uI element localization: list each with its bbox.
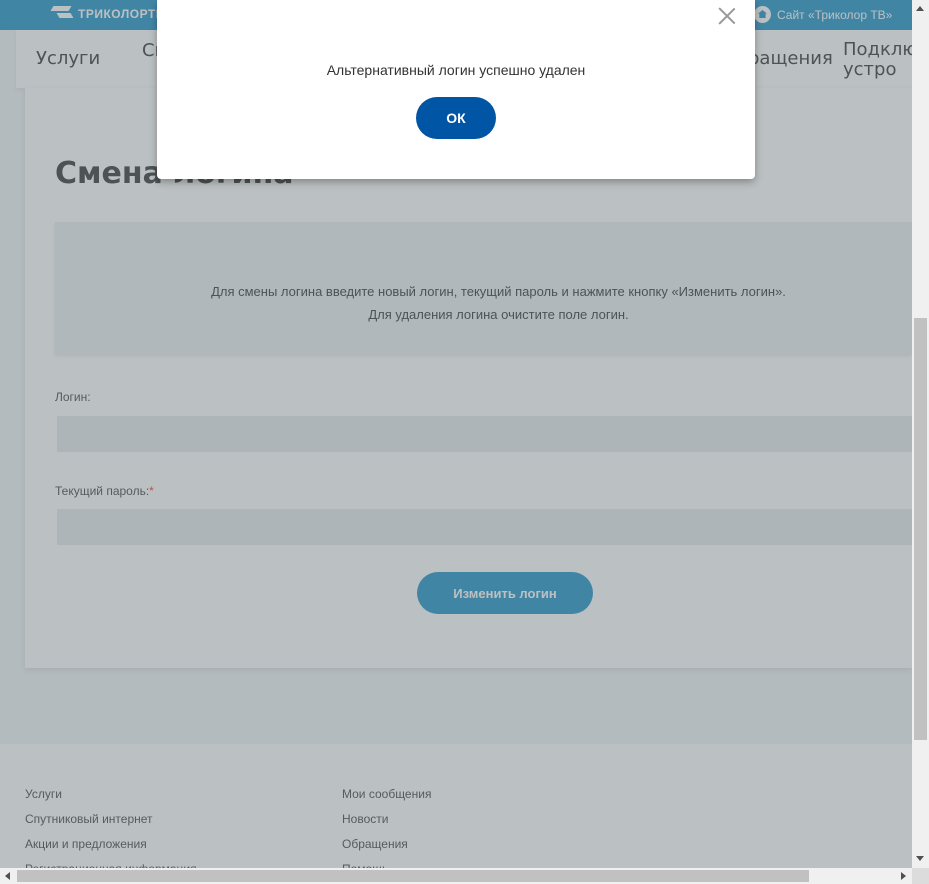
ok-button[interactable]: ОК: [416, 97, 496, 139]
horizontal-scroll-thumb[interactable]: [17, 870, 809, 882]
dialog-message: Альтернативный логин успешно удален: [326, 62, 586, 78]
scrollbar-corner: [912, 868, 929, 884]
horizontal-scrollbar[interactable]: [0, 868, 912, 884]
scroll-up-arrow-icon[interactable]: [916, 6, 924, 11]
vertical-scroll-thumb[interactable]: [914, 318, 927, 740]
success-dialog: Альтернативный логин успешно удален ОК: [157, 0, 755, 179]
close-icon[interactable]: [718, 7, 736, 25]
scroll-left-arrow-icon[interactable]: [5, 872, 10, 880]
vertical-scrollbar[interactable]: [912, 0, 929, 868]
scroll-down-arrow-icon[interactable]: [916, 856, 924, 861]
scroll-right-arrow-icon[interactable]: [901, 872, 906, 880]
